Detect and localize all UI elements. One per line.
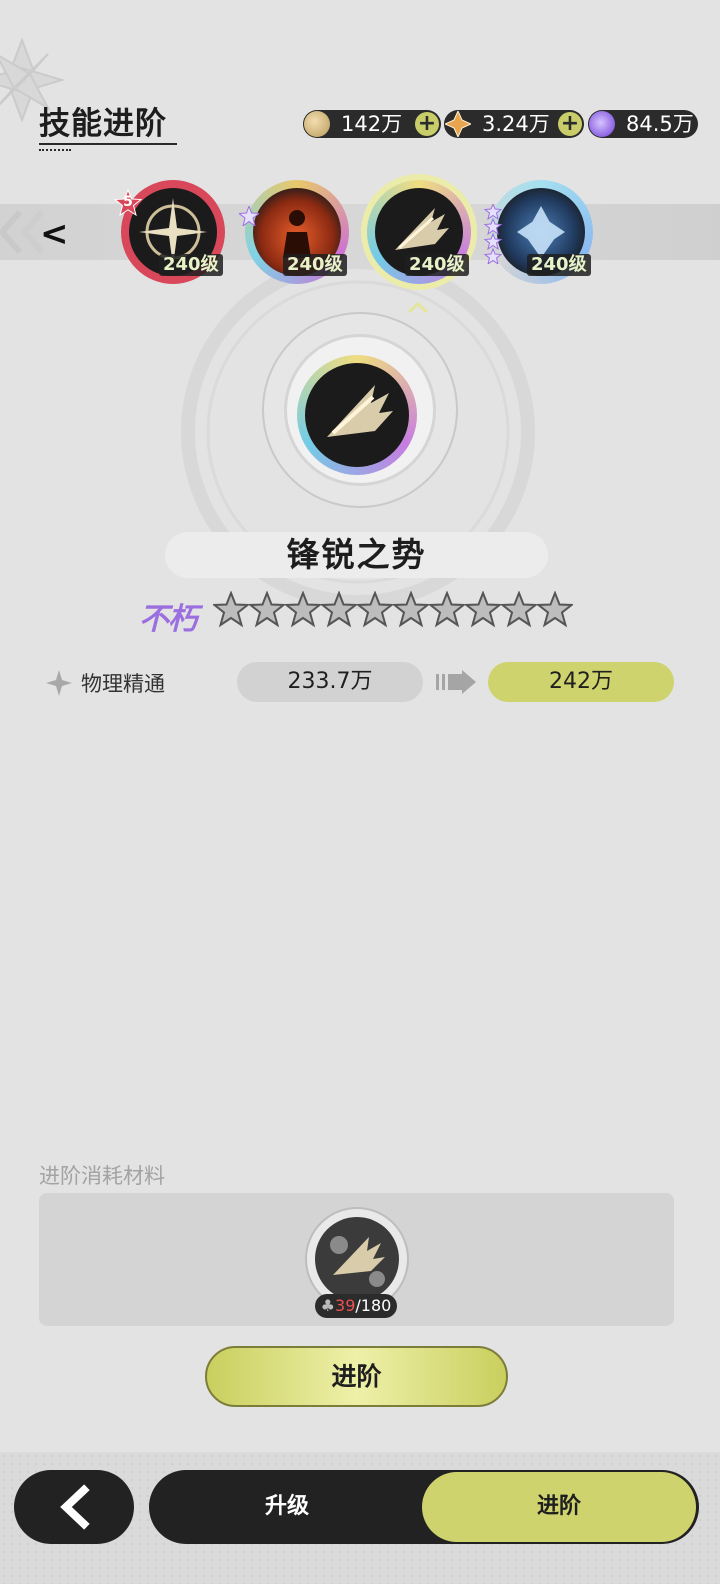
title-underline — [39, 143, 177, 145]
star-empty-icon — [249, 591, 285, 628]
star-empty-icon — [213, 591, 249, 628]
skill-level: 240级 — [527, 254, 591, 276]
material-count: ♣39/180 — [315, 1294, 397, 1318]
selected-skill-large — [297, 355, 417, 475]
add-crystal-button[interactable]: + — [558, 112, 582, 136]
sparkle-icon — [46, 670, 72, 696]
tab-upgrade[interactable]: 升级 — [149, 1470, 425, 1544]
star-empty-icon — [321, 591, 357, 628]
advance-button[interactable]: 进阶 — [205, 1346, 508, 1407]
star-empty-icon — [465, 591, 501, 628]
back-arrow-icon — [60, 1484, 90, 1530]
star-empty-icon — [501, 591, 537, 628]
star-empty-icon — [357, 591, 393, 628]
currency-gold-value: 142万 — [341, 112, 403, 136]
claw-strike-large-icon — [305, 363, 409, 467]
prev-skill-button[interactable]: < — [40, 214, 69, 254]
skill-slot-4[interactable]: 240级 — [489, 180, 593, 284]
purple-gem-icon — [589, 111, 615, 137]
star-badge-count: 5 — [123, 194, 133, 210]
stat-current-value: 233.7万 — [237, 662, 423, 702]
skill-slot-3-selected[interactable]: 240级 — [367, 180, 471, 284]
star-empty-icon — [537, 591, 573, 628]
currency-gold: 142万 + — [303, 110, 441, 138]
puzzle-icon: ♣ — [320, 1296, 336, 1315]
arrow-right-icon — [436, 670, 476, 694]
rank-stars — [213, 591, 575, 631]
title-dots — [39, 149, 71, 153]
material-need: /180 — [355, 1296, 392, 1315]
tab-advance-active[interactable]: 进阶 — [422, 1472, 696, 1542]
add-gold-button[interactable]: + — [415, 112, 439, 136]
star-empty-icon — [285, 591, 321, 628]
back-button[interactable] — [14, 1470, 134, 1544]
skill-star-icon — [239, 206, 259, 226]
currency-gem-value: 84.5万 — [626, 112, 694, 136]
currency-crystal-value: 3.24万 — [482, 112, 550, 136]
gold-coin-icon — [304, 111, 330, 137]
skill-level: 240级 — [405, 254, 469, 276]
material-have: 39 — [335, 1296, 356, 1315]
star-crystal-icon — [445, 111, 471, 137]
currency-gem: 84.5万 — [588, 110, 698, 138]
skill-level: 240级 — [159, 254, 223, 276]
materials-label: 进阶消耗材料 — [39, 1164, 165, 1188]
stat-next-value: 242万 — [488, 662, 674, 702]
star-empty-icon — [429, 591, 465, 628]
skill-stars-icon — [483, 204, 503, 264]
page-title: 技能进阶 — [39, 106, 167, 142]
skill-name: 锋锐之势 — [165, 532, 548, 578]
claw-fragment-icon — [315, 1217, 399, 1301]
rank-label: 不朽 — [139, 602, 198, 637]
skill-selector-strip — [0, 204, 720, 260]
stat-label: 物理精通 — [81, 672, 165, 696]
currency-crystal: 3.24万 + — [444, 110, 584, 138]
skill-level: 240级 — [283, 254, 347, 276]
star-empty-icon — [393, 591, 429, 628]
skill-slot-2[interactable]: 240级 — [245, 180, 349, 284]
selected-caret-icon — [408, 302, 428, 314]
